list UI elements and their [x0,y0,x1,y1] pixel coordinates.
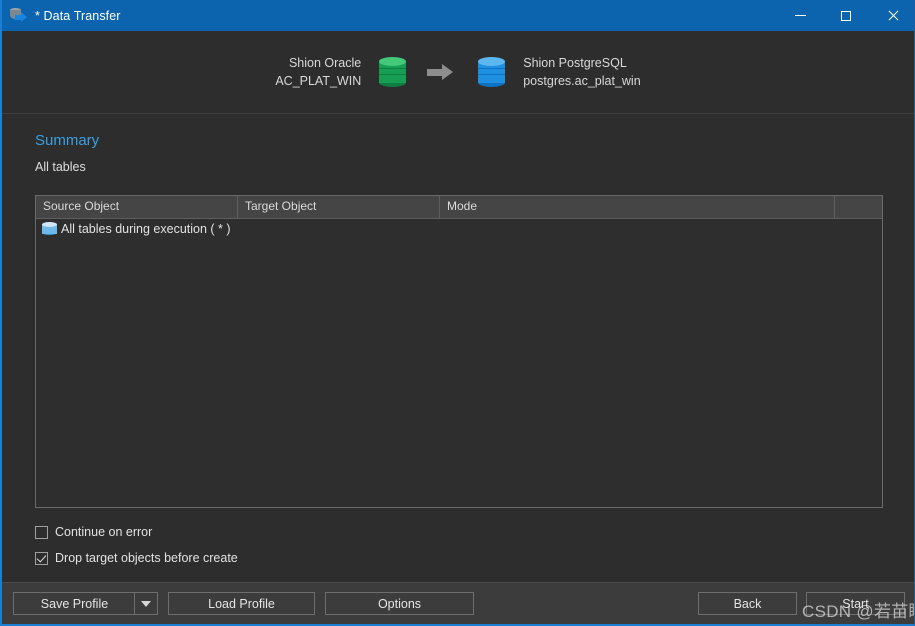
connection-strip: Shion Oracle AC_PLAT_WIN Shion PostgreSQ… [2,31,914,114]
table-row[interactable]: All tables during execution ( * ) [36,219,882,238]
arrow-right-icon [427,64,457,80]
close-button[interactable] [869,0,914,31]
back-button[interactable]: Back [698,592,797,615]
continue-on-error-row[interactable]: Continue on error [35,522,914,542]
table-row-source-object: All tables during execution ( * ) [61,221,231,236]
window-title: * Data Transfer [35,8,121,23]
options-checkboxes: Continue on error Drop target objects be… [35,522,914,568]
page-title: Summary [35,132,100,149]
maximize-button[interactable] [823,0,869,31]
database-icon-blue [478,57,506,87]
target-connection-schema: postgres.ac_plat_win [523,74,641,88]
start-label: Start [842,596,869,611]
data-transfer-window: * Data Transfer Shion Oracle AC_PLAT_WIN [0,0,915,626]
main-content: Summary All tables Source Object Target … [2,132,914,568]
back-label: Back [733,596,762,611]
column-header-mode[interactable]: Mode [440,196,835,218]
column-header-extra[interactable] [835,196,882,218]
minimize-button[interactable] [777,0,823,31]
save-profile-label: Save Profile [40,596,109,611]
minimize-icon [794,15,806,16]
objects-table: Source Object Target Object Mode All tab… [35,195,883,508]
chevron-down-icon[interactable] [134,592,157,615]
maximize-icon [841,10,851,21]
column-header-source-object[interactable]: Source Object [36,196,238,218]
column-header-target-object[interactable]: Target Object [238,196,440,218]
drop-target-objects-row[interactable]: Drop target objects before create [35,548,914,568]
start-button[interactable]: Start [806,592,905,615]
source-connection-schema: AC_PLAT_WIN [275,74,362,88]
close-icon [887,10,898,21]
table-icon [42,222,57,235]
database-icon-green [379,57,407,87]
source-connection-name: Shion Oracle [288,56,362,70]
load-profile-label: Load Profile [208,596,275,611]
table-header-row: Source Object Target Object Mode [36,196,882,219]
page-subtitle: All tables [35,160,86,174]
drop-target-objects-checkbox[interactable] [35,551,48,565]
window-controls [777,0,914,31]
options-button[interactable]: Options [325,592,474,615]
target-connection: Shion PostgreSQL postgres.ac_plat_win [523,54,640,90]
target-connection-name: Shion PostgreSQL [523,56,627,70]
title-bar: * Data Transfer [2,0,914,31]
footer-bar: Save Profile Load Profile Options Back S… [2,582,914,624]
continue-on-error-checkbox[interactable] [35,525,48,539]
continue-on-error-label: Continue on error [55,525,153,539]
save-profile-button[interactable]: Save Profile [13,592,158,615]
drop-target-objects-label: Drop target objects before create [55,551,238,565]
database-transfer-icon [10,7,27,24]
options-label: Options [377,596,422,611]
table-body: All tables during execution ( * ) [36,219,882,507]
source-connection: Shion Oracle AC_PLAT_WIN [275,54,361,90]
load-profile-button[interactable]: Load Profile [168,592,315,615]
